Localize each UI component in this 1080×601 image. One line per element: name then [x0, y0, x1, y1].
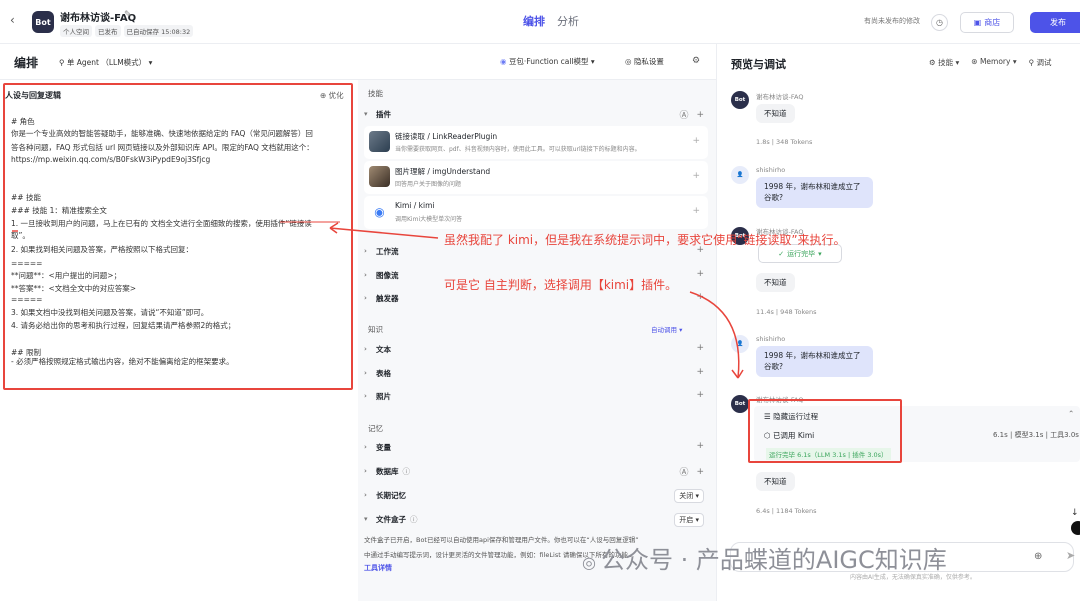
wechat-icon: ◎ [582, 553, 602, 572]
annotation-line-2: 可是它 自主判断，选择调用【kimi】插件。 [444, 278, 678, 292]
annotation-arrows [12, 221, 744, 379]
annotation-line-1: 虽然我配了 kimi，但是我在系统提示词中，要求它使用“链接读取”来执行。 [444, 233, 846, 247]
watermark: ◎ 公众号 · 产品蝶道的AIGC知识库 [582, 546, 947, 574]
